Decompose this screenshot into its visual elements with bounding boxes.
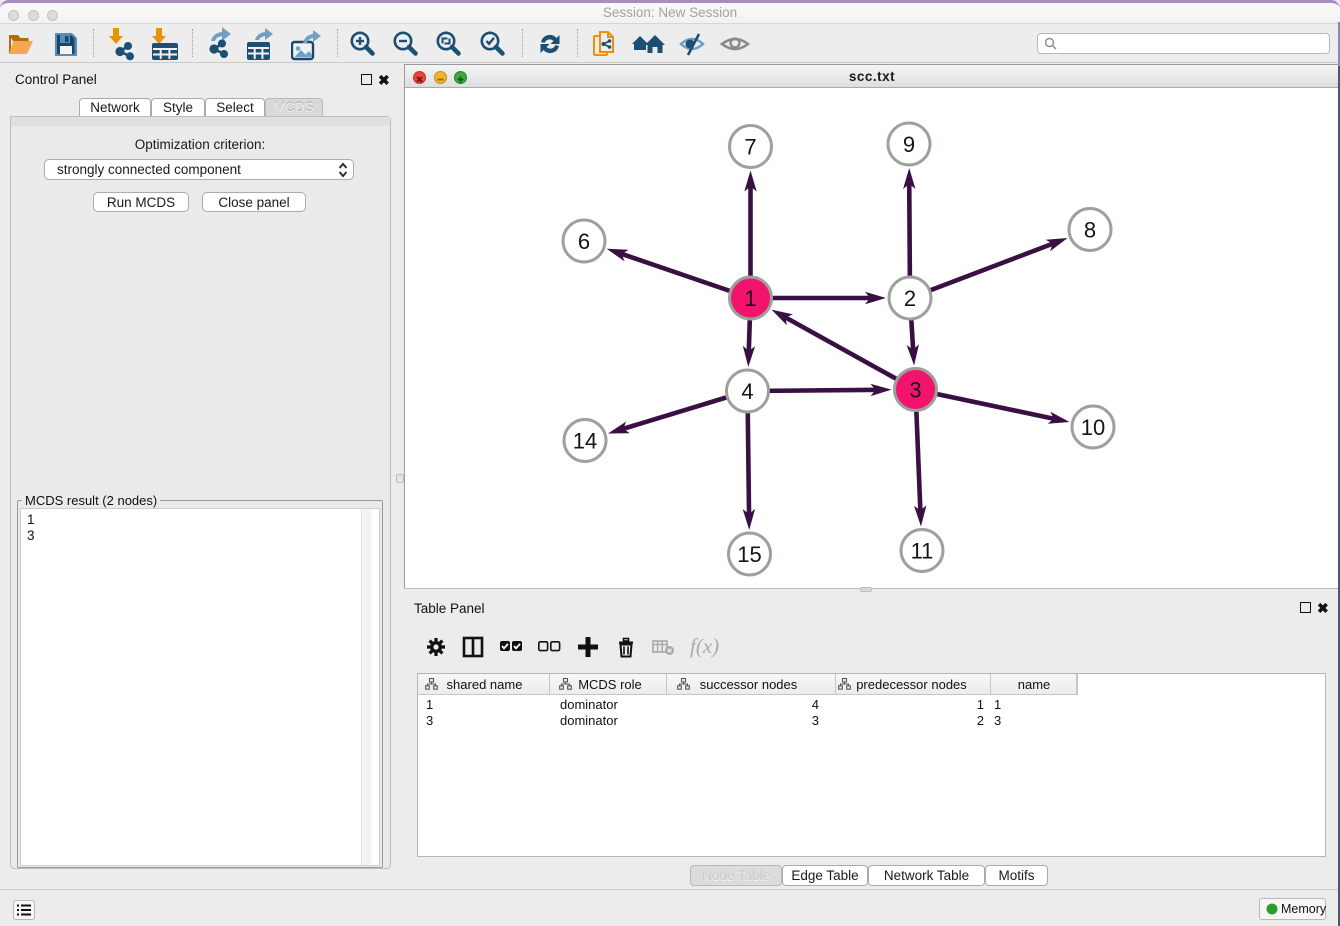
svg-text:6: 6 [578,229,590,254]
svg-text:8: 8 [1084,217,1096,242]
svg-text:11: 11 [911,538,934,563]
svg-text:14: 14 [573,428,597,453]
svg-text:10: 10 [1081,415,1105,440]
svg-text:1: 1 [744,286,756,311]
svg-text:15: 15 [737,542,761,567]
svg-text:2: 2 [904,286,916,311]
svg-text:4: 4 [741,379,753,404]
svg-text:9: 9 [903,132,915,157]
svg-text:7: 7 [744,134,756,159]
svg-text:3: 3 [909,377,921,402]
